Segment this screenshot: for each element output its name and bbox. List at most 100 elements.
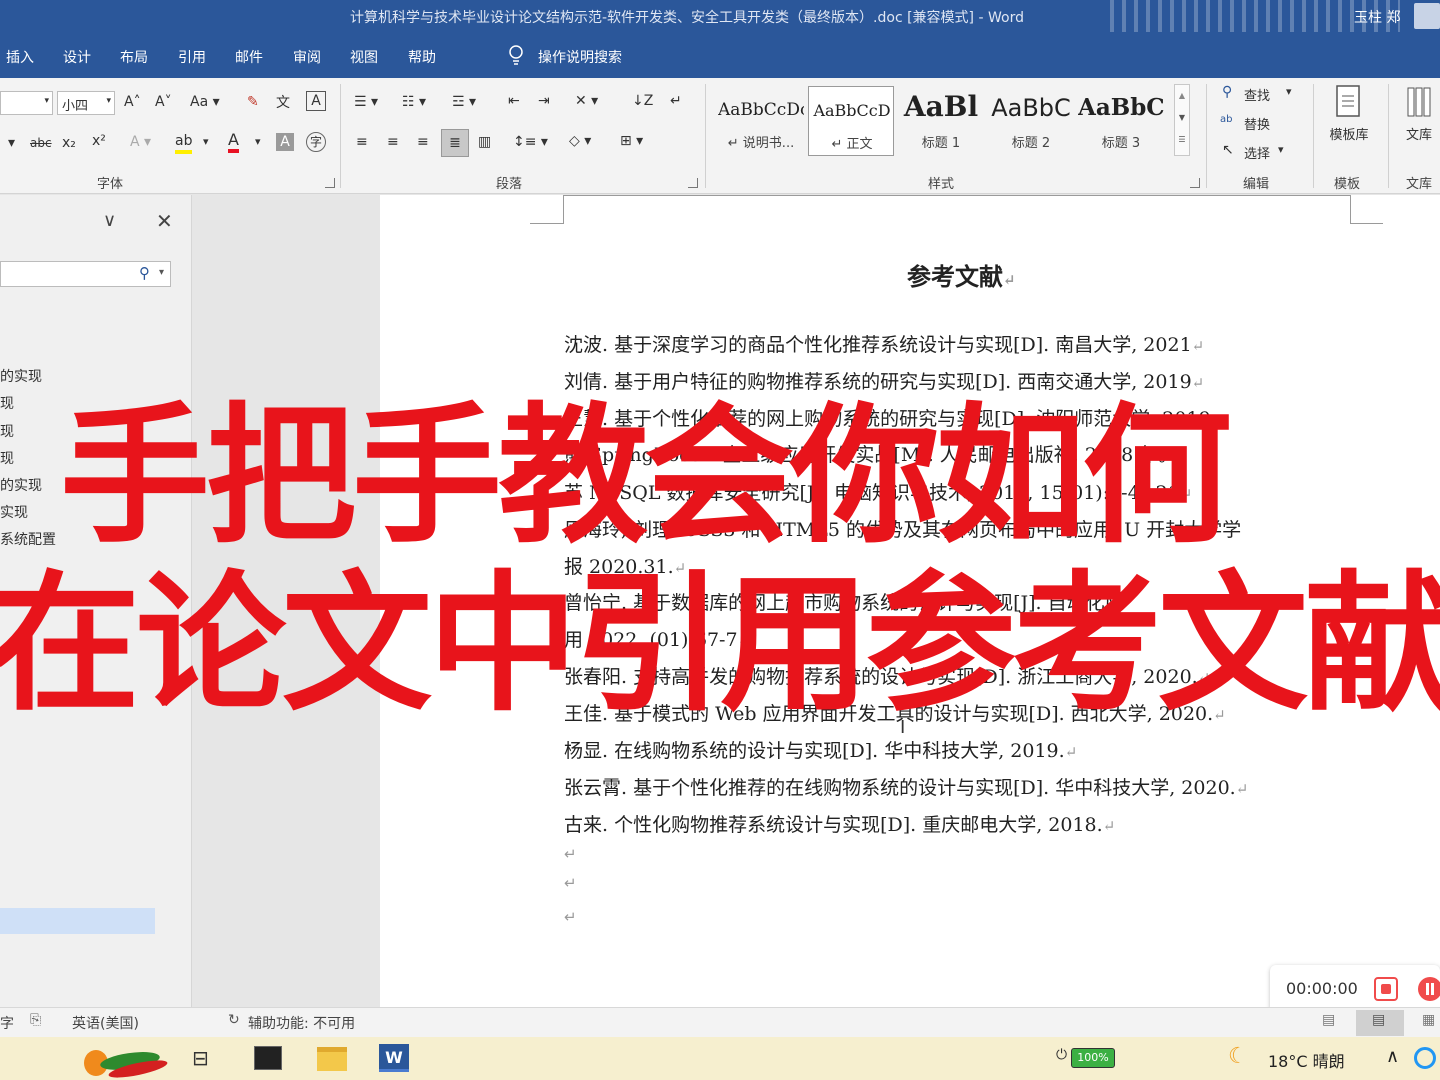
tab-layout[interactable]: 布局	[120, 47, 148, 67]
tab-review[interactable]: 审阅	[293, 47, 321, 67]
reference-entry[interactable]: 沈波. 基于深度学习的商品个性化推荐系统设计与实现[D]. 南昌大学, 2021…	[564, 330, 1204, 357]
tab-references[interactable]: 引用	[178, 47, 206, 67]
nav-heading-item[interactable]: 现	[0, 421, 14, 441]
enclose-characters-icon[interactable]: 字	[306, 132, 326, 152]
style-heading-1[interactable]: AaBl 标题 1	[898, 86, 984, 156]
nav-current-heading[interactable]	[0, 908, 155, 934]
file-explorer-icon[interactable]	[317, 1047, 347, 1071]
tab-design[interactable]: 设计	[63, 47, 91, 67]
select-button[interactable]: 选择	[1244, 143, 1270, 162]
tab-insert[interactable]: 插入	[6, 47, 34, 67]
chevron-down-icon[interactable]: ▾	[255, 135, 261, 148]
show-marks-icon[interactable]: ↵	[670, 93, 682, 109]
chili-pepper-icon[interactable]	[80, 1039, 172, 1079]
tab-mailings[interactable]: 邮件	[235, 47, 263, 67]
subscript-icon[interactable]: x₂	[62, 135, 76, 151]
nav-heading-item[interactable]: 系统配置	[0, 529, 56, 549]
search-input[interactable]: ⚲ ▾	[0, 261, 171, 287]
task-view-icon[interactable]: ⊟	[192, 1046, 209, 1070]
stop-record-icon[interactable]	[1374, 977, 1398, 1001]
template-library-button[interactable]: 模板库	[1322, 84, 1376, 143]
styles-dialog-launcher[interactable]	[1190, 178, 1200, 188]
clear-format-icon[interactable]: ✎	[247, 94, 259, 110]
font-color-icon[interactable]: A	[228, 131, 239, 153]
style-sample: AaBbCcDc	[718, 100, 804, 120]
line-spacing-icon[interactable]: ↕≡ ▾	[513, 134, 548, 150]
style-normal[interactable]: AaBbCcD ↵ 正文	[808, 86, 894, 156]
web-layout-icon[interactable]: ▦	[1422, 1012, 1435, 1028]
style-caption[interactable]: AaBbCcDc ↵ 说明书...	[718, 86, 804, 156]
chevron-up-icon[interactable]: ∧	[1386, 1046, 1399, 1067]
find-button[interactable]: 查找	[1244, 85, 1270, 104]
character-shading-icon[interactable]: A	[276, 133, 294, 151]
distributed-icon[interactable]: ▥	[478, 134, 491, 150]
justify-icon[interactable]: ≣	[441, 129, 469, 157]
nav-heading-item[interactable]: 现	[0, 393, 14, 413]
superscript-icon[interactable]: x²	[92, 133, 106, 149]
nav-heading-item[interactable]: 的实现	[0, 475, 42, 495]
grow-font-icon[interactable]: A˄	[124, 94, 141, 110]
sort-icon[interactable]: ↓Z	[632, 93, 653, 109]
font-name-dropdown[interactable]: ▾	[0, 91, 53, 115]
style-heading-2[interactable]: AaBbC 标题 2	[988, 86, 1074, 156]
word-app-icon[interactable]: W	[379, 1044, 409, 1072]
phonetic-guide-icon[interactable]: 文	[276, 92, 290, 112]
change-case-icon[interactable]: Aa ▾	[190, 94, 220, 110]
close-icon[interactable]: ✕	[156, 209, 173, 233]
reference-entry[interactable]: 杨显. 在线购物系统的设计与实现[D]. 华中科技大学, 2019.↵	[564, 736, 1077, 763]
align-center-icon[interactable]: ≡	[387, 134, 399, 150]
font-size-dropdown[interactable]: 小四 ▾	[57, 91, 115, 115]
decrease-indent-icon[interactable]: ⇤	[508, 93, 520, 109]
avatar[interactable]	[1414, 3, 1440, 29]
nav-heading-item[interactable]: 实现	[0, 502, 28, 522]
reference-entry[interactable]: 古来. 个性化购物推荐系统设计与实现[D]. 重庆邮电大学, 2018.↵	[564, 810, 1115, 837]
style-heading-3[interactable]: AaBbC 标题 3	[1078, 86, 1164, 156]
proofing-icon[interactable]: ⎘	[30, 1012, 41, 1028]
chevron-down-icon[interactable]: ▾	[1278, 143, 1284, 156]
tab-help[interactable]: 帮助	[408, 47, 436, 67]
character-border-icon[interactable]: A	[306, 91, 326, 111]
search-icon[interactable]: ⚲	[139, 264, 150, 282]
shading-icon[interactable]: ◇ ▾	[569, 133, 591, 149]
shrink-font-icon[interactable]: A˅	[155, 94, 172, 110]
chevron-down-icon[interactable]: ▾	[1286, 85, 1292, 98]
tell-me-search[interactable]: 操作说明搜索	[538, 47, 622, 67]
replace-button[interactable]: 替换	[1244, 114, 1270, 133]
tray-app-icon[interactable]	[1414, 1047, 1436, 1069]
align-left-icon[interactable]: ≡	[356, 134, 368, 150]
read-mode-icon[interactable]: ▤	[1322, 1012, 1335, 1028]
nav-heading-item[interactable]: 的实现	[0, 366, 42, 386]
language-status[interactable]: 英语(美国)	[72, 1013, 139, 1033]
tab-view[interactable]: 视图	[350, 47, 378, 67]
strikethrough-icon[interactable]: abc	[30, 136, 52, 150]
print-layout-icon[interactable]: ▤	[1356, 1010, 1404, 1036]
pause-record-icon[interactable]	[1418, 977, 1440, 1001]
font-dialog-launcher[interactable]	[325, 178, 335, 188]
nav-heading-item[interactable]: 现	[0, 448, 14, 468]
bullets-icon[interactable]: ☰ ▾	[354, 94, 378, 110]
word-count-status[interactable]: 字	[0, 1013, 14, 1033]
library-button[interactable]: 文库	[1398, 84, 1440, 143]
references-heading[interactable]: 参考文献↵	[907, 257, 1016, 292]
group-library-label: 文库	[1406, 177, 1433, 192]
accessibility-status[interactable]: 辅助功能: 不可用	[248, 1013, 355, 1033]
align-right-icon[interactable]: ≡	[417, 134, 429, 150]
borders-icon[interactable]: ⊞ ▾	[620, 133, 643, 149]
terminal-icon[interactable]	[254, 1046, 282, 1070]
battery-indicator[interactable]: 100%	[1071, 1048, 1115, 1068]
chevron-down-icon[interactable]: ▾	[203, 135, 209, 148]
reference-entry[interactable]: 张云霄. 基于个性化推荐的在线购物系统的设计与实现[D]. 华中科技大学, 20…	[564, 773, 1248, 800]
user-name[interactable]: 玉柱 郑	[1354, 7, 1400, 27]
asian-layout-icon[interactable]: ✕ ▾	[575, 93, 598, 109]
multilevel-list-icon[interactable]: ☲ ▾	[452, 94, 476, 110]
increase-indent-icon[interactable]: ⇥	[538, 93, 550, 109]
numbering-icon[interactable]: ☷ ▾	[402, 94, 426, 110]
chevron-down-icon[interactable]: ▾	[159, 267, 164, 278]
chevron-down-icon[interactable]: ∨	[103, 210, 116, 231]
paragraph-dialog-launcher[interactable]	[688, 178, 698, 188]
text-effects-icon[interactable]: A ▾	[130, 134, 151, 150]
styles-gallery-scroll[interactable]: ▲ ▼ ☰	[1174, 84, 1190, 156]
weather-status[interactable]: 18°C 晴朗	[1268, 1048, 1345, 1072]
chevron-down-icon[interactable]: ▾	[8, 135, 15, 151]
highlight-icon[interactable]: ab	[175, 132, 193, 154]
